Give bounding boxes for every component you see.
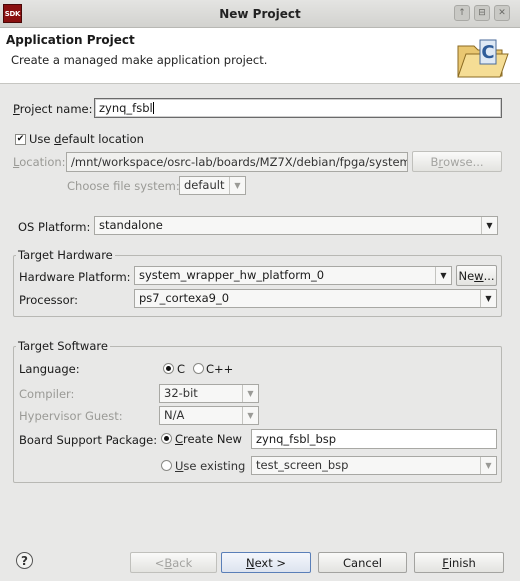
hardware-platform-select[interactable]: system_wrapper_hw_platform_0 ▼ (134, 266, 452, 285)
chevron-down-icon: ▼ (242, 385, 258, 402)
next-button[interactable]: Next > (221, 552, 311, 573)
use-existing-bsp-label[interactable]: Use existing (175, 459, 245, 473)
compiler-label: Compiler: (19, 387, 75, 401)
chevron-down-icon: ▼ (435, 267, 451, 284)
language-label: Language: (19, 362, 80, 376)
restore-icon[interactable]: ⊟ (474, 5, 490, 21)
chevron-down-icon: ▼ (480, 457, 496, 474)
project-name-label: Project name: (13, 102, 93, 116)
hypervisor-guest-select[interactable]: N/A ▼ (159, 406, 259, 425)
language-c-radio[interactable] (163, 363, 174, 374)
svg-text:C: C (481, 42, 494, 63)
language-cpp-label[interactable]: C++ (206, 362, 233, 376)
hardware-platform-label: Hardware Platform: (19, 270, 131, 284)
page-title: Application Project (6, 33, 135, 47)
file-system-select[interactable]: default ▼ (179, 176, 246, 195)
create-new-bsp-input[interactable]: zynq_fsbl_bsp (251, 429, 497, 449)
chevron-down-icon: ▼ (481, 217, 497, 234)
use-default-location-label[interactable]: Use default location (29, 132, 144, 146)
project-name-input[interactable]: zynq_fsbl (94, 98, 502, 118)
location-label: Location: (13, 155, 66, 169)
file-system-label: Choose file system: (67, 179, 180, 193)
os-platform-label: OS Platform: (18, 220, 91, 234)
target-software-title: Target Software (16, 339, 110, 353)
use-existing-bsp-radio[interactable] (161, 460, 172, 471)
back-button[interactable]: < Back (130, 552, 217, 573)
processor-select[interactable]: ps7_cortexa9_0 ▼ (134, 289, 497, 308)
language-cpp-radio[interactable] (193, 363, 204, 374)
target-hardware-title: Target Hardware (16, 248, 115, 262)
board-support-package-label: Board Support Package: (19, 433, 158, 447)
maximize-up-icon[interactable]: ↑ (454, 5, 470, 21)
language-c-label[interactable]: C (177, 362, 185, 376)
use-default-location-checkbox[interactable]: ✔ (15, 134, 26, 145)
compiler-select[interactable]: 32-bit ▼ (159, 384, 259, 403)
chevron-down-icon: ▼ (229, 177, 245, 194)
create-new-bsp-label[interactable]: Create New (175, 432, 242, 446)
window-controls: ↑ ⊟ ✕ (454, 5, 510, 21)
hypervisor-guest-label: Hypervisor Guest: (19, 409, 123, 423)
c-project-folder-icon: C (457, 39, 509, 78)
chevron-down-icon: ▼ (480, 290, 496, 307)
cancel-button[interactable]: Cancel (318, 552, 407, 573)
close-icon[interactable]: ✕ (494, 5, 510, 21)
help-icon[interactable]: ? (16, 552, 33, 569)
window-title: New Project (219, 7, 301, 21)
os-platform-select[interactable]: standalone ▼ (94, 216, 498, 235)
browse-button[interactable]: Br owse... (412, 151, 502, 172)
title-bar: SDK New Project ↑ ⊟ ✕ (0, 0, 520, 28)
use-existing-bsp-select[interactable]: test_screen_bsp ▼ (251, 456, 497, 475)
location-input[interactable]: /mnt/workspace/osrc-lab/boards/MZ7X/debi… (66, 152, 408, 172)
finish-button[interactable]: Finish (414, 552, 504, 573)
wizard-header: Application Project Create a managed mak… (0, 28, 520, 84)
processor-label: Processor: (19, 293, 79, 307)
chevron-down-icon: ▼ (242, 407, 258, 424)
create-new-bsp-radio[interactable] (161, 433, 172, 444)
page-description: Create a managed make application projec… (11, 53, 268, 67)
new-hardware-button[interactable]: Ne w... (456, 265, 497, 286)
